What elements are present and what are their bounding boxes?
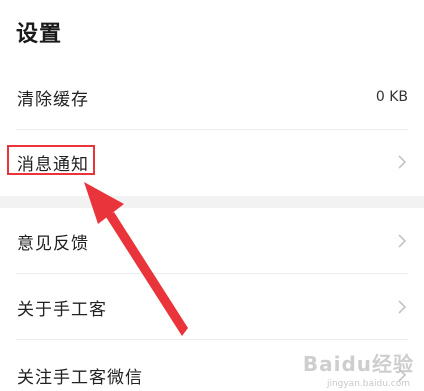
- highlight-box: [7, 145, 95, 175]
- settings-row-label: 关注手工客微信: [17, 367, 143, 388]
- section-separator: [0, 196, 424, 208]
- settings-screen: 设置 清除缓存 0 KB 消息通知 意见反馈 关于手工客 关注手工客微信 Bai…: [0, 0, 424, 391]
- settings-row-label: 关于手工客: [17, 299, 107, 320]
- settings-row-label: 意见反馈: [17, 233, 89, 254]
- settings-row-feedback[interactable]: 意见反馈: [0, 208, 424, 274]
- page-title: 设置: [16, 22, 63, 47]
- chevron-right-icon: [398, 300, 407, 314]
- settings-row-label: 清除缓存: [17, 89, 89, 110]
- watermark-url: jingyan.baidu.com: [326, 379, 410, 389]
- cache-size-value: 0 KB: [375, 89, 408, 105]
- divider: [16, 339, 408, 340]
- settings-row-clear-cache[interactable]: 清除缓存 0 KB: [0, 64, 424, 130]
- watermark-logo: Baidu经验: [302, 352, 414, 376]
- chevron-right-icon: [398, 155, 407, 169]
- settings-row-about[interactable]: 关于手工客: [0, 274, 424, 340]
- chevron-right-icon: [398, 234, 407, 248]
